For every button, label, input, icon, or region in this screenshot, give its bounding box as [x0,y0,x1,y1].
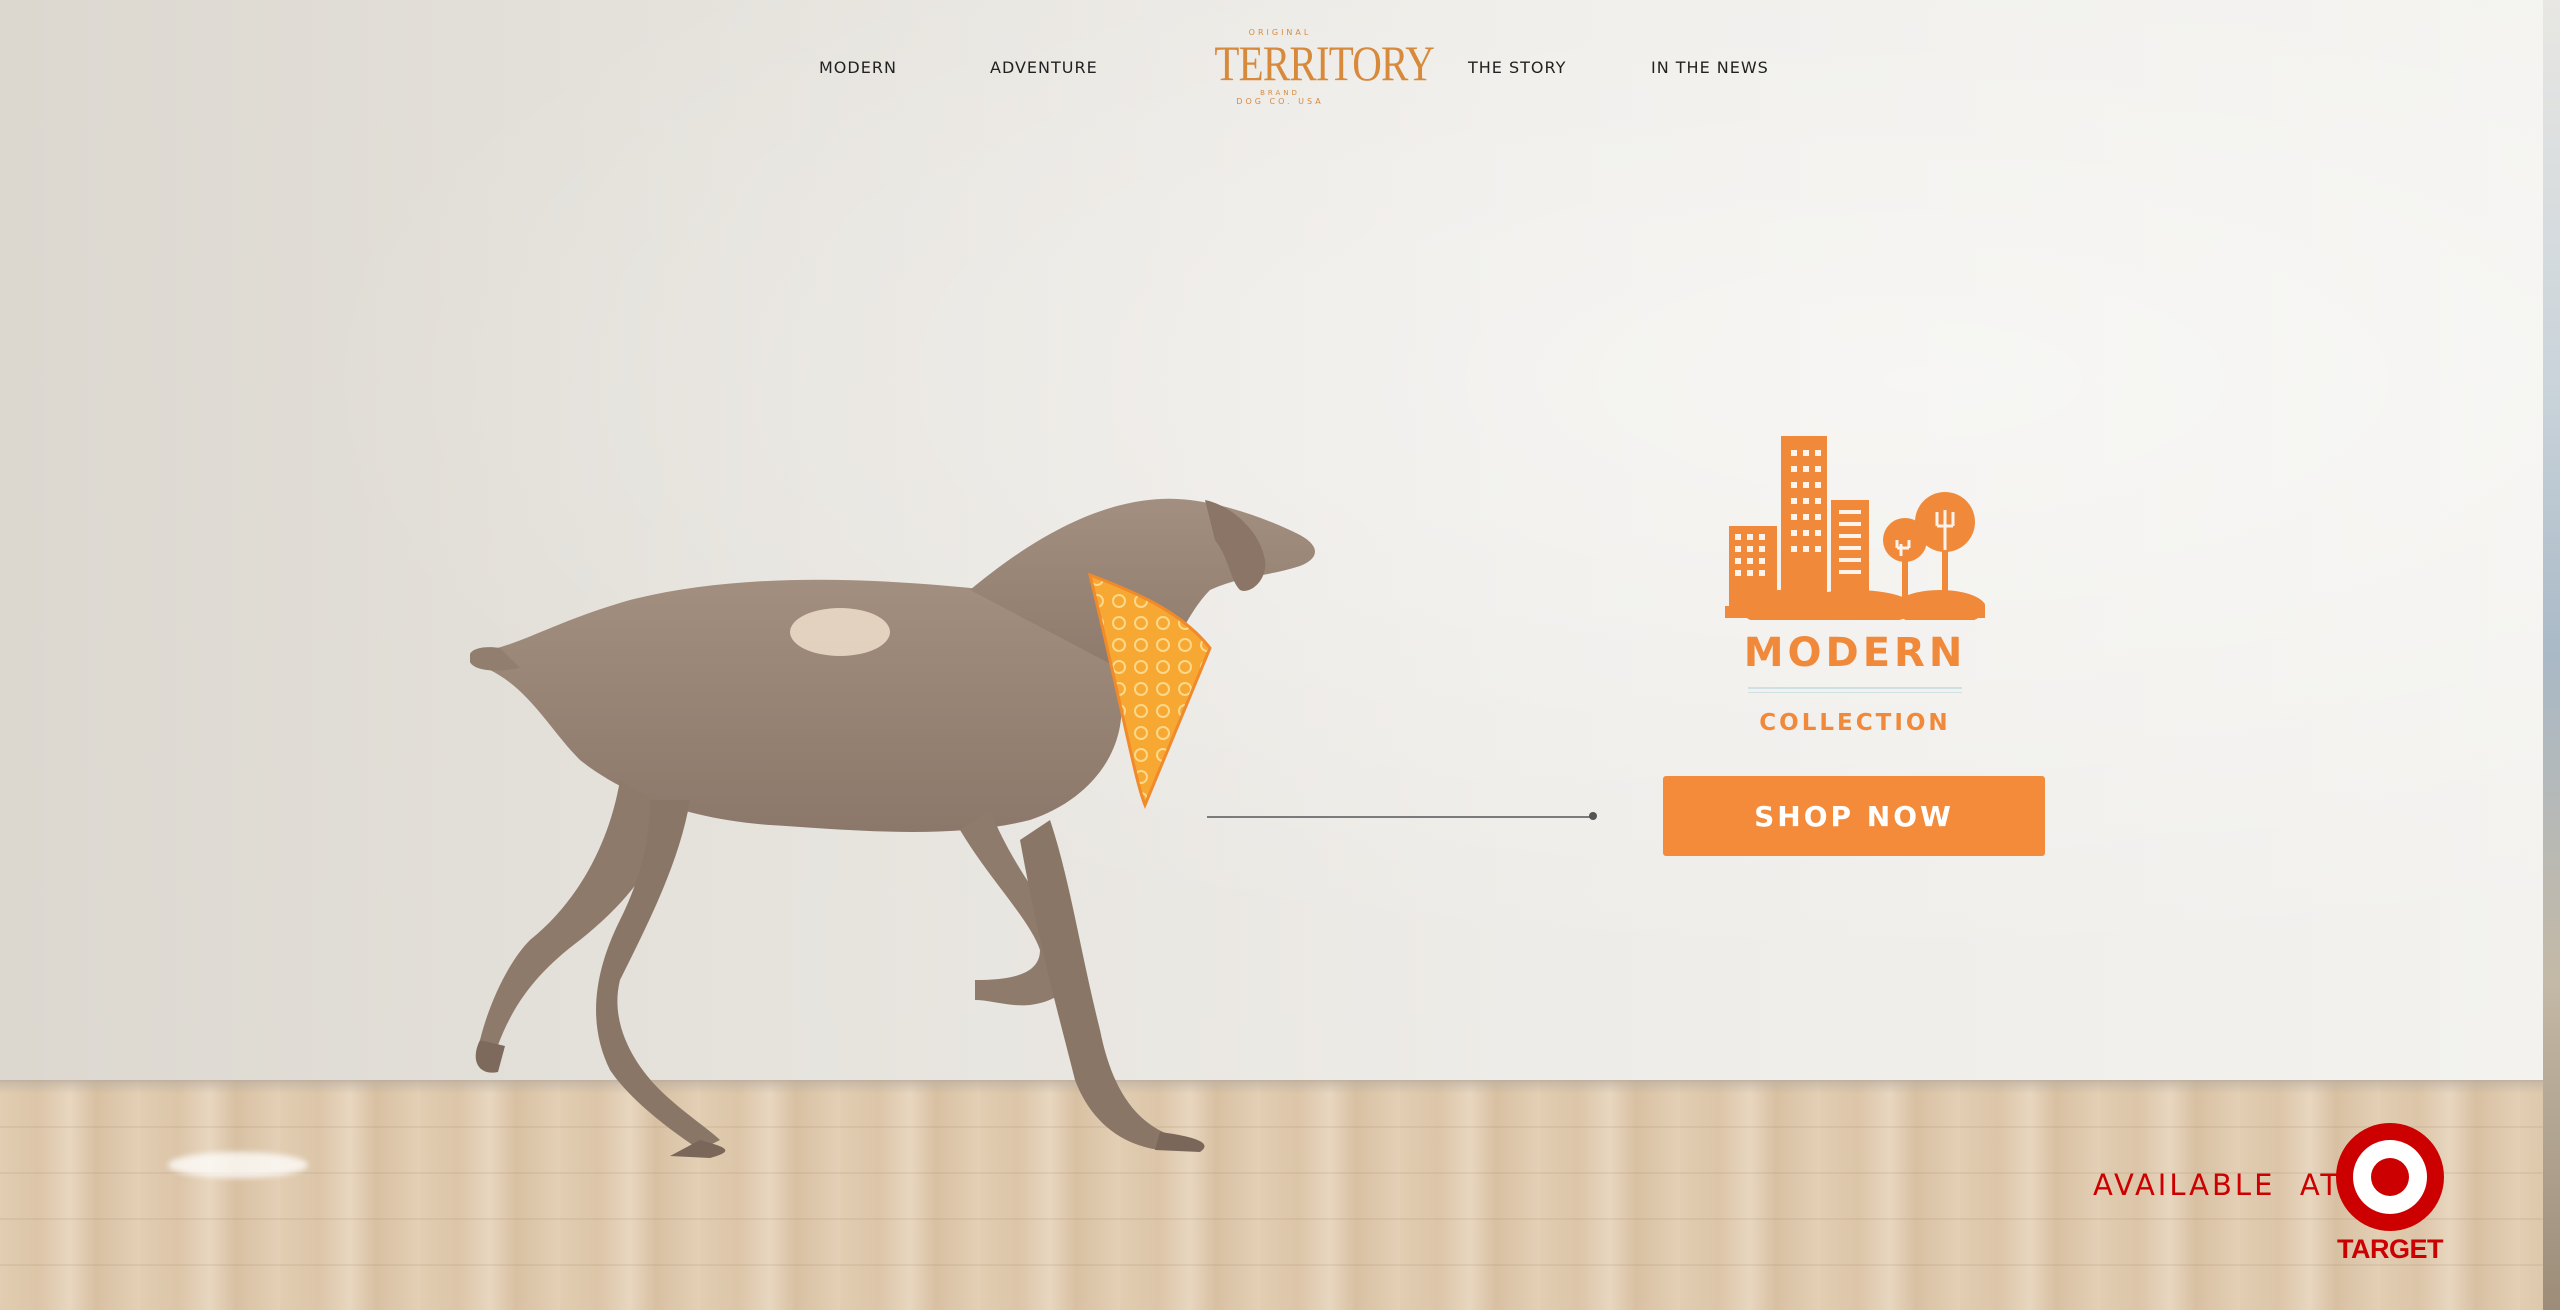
modern-collection-panel: MODERN COLLECTION [1660,430,2080,750]
nav-link-modern[interactable]: MODERN [819,58,897,77]
city-skyline-icon [1725,436,1985,620]
collection-subtitle: COLLECTION [1759,710,1951,736]
connector-dot [1589,812,1597,820]
target-wordmark: TARGET [2337,1234,2444,1264]
territory-logo[interactable]: ORIGINAL TERRITORY BRAND DOG CO. USA [1200,20,1435,112]
logo-bottom-text: DOG CO. USA [1236,97,1324,106]
side-strip [2543,0,2560,1310]
title-divider-thin [1748,692,1962,693]
hero-background [0,0,2560,1310]
available-at-label: AVAILABLE AT [2093,1168,2342,1202]
target-bullseye-icon [2336,1123,2444,1231]
shop-now-button[interactable]: SHOP NOW [1663,776,2045,856]
title-divider [1748,687,1962,689]
connector-line [1207,816,1591,818]
nav-link-in-the-news[interactable]: IN THE NEWS [1651,58,1769,77]
collection-title: MODERN [1743,630,1967,676]
sunlight-patch [168,1152,308,1178]
nav-link-the-story[interactable]: THE STORY [1468,58,1566,77]
target-logo[interactable]: TARGET [2332,1122,2448,1272]
logo-wordmark: TERRITORY [1214,35,1435,91]
dog-with-bandana-image [470,498,1315,1158]
top-navigation: MODERN ADVENTURE ORIGINAL TERRITORY BRAN… [0,0,2560,120]
nav-link-adventure[interactable]: ADVENTURE [990,58,1098,77]
